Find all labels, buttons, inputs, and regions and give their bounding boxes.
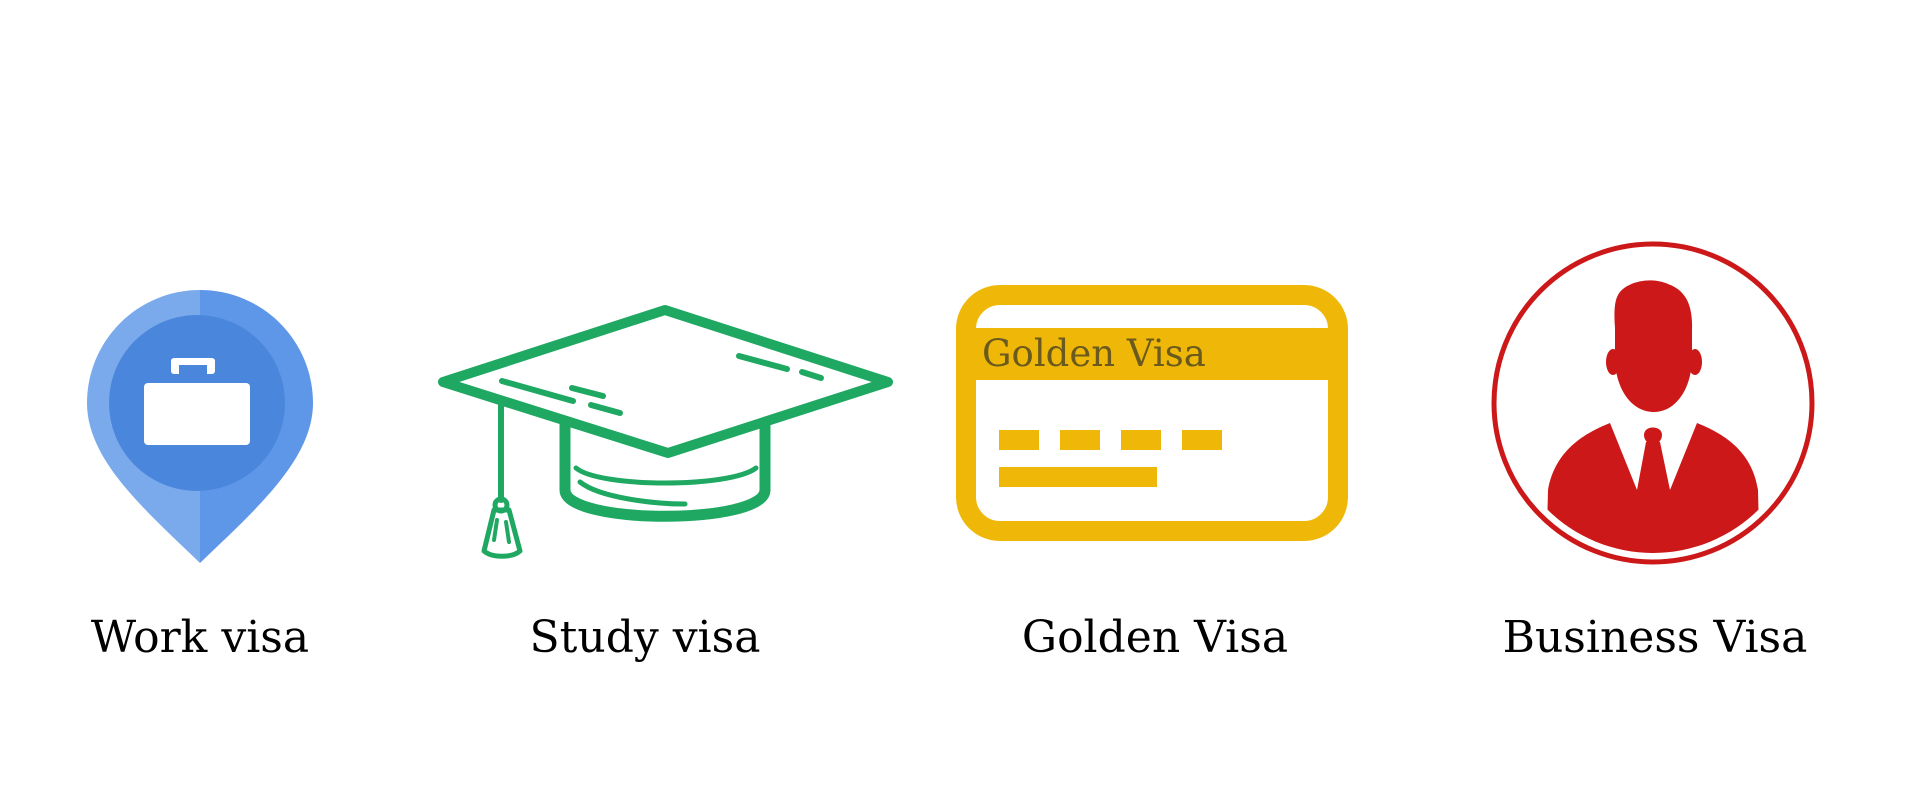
businessman-avatar-icon [1491,241,1815,565]
business-visa-item [1490,240,1820,570]
briefcase-location-pin-icon [87,290,313,563]
graduation-cap-icon [438,305,893,559]
study-visa-label: Study visa [529,612,761,663]
business-visa-label: Business Visa [1502,612,1808,663]
study-visa-item [430,300,900,570]
golden-visa-label: Golden Visa [1021,612,1289,663]
work-visa-item [80,285,320,575]
golden-visa-card-title: Golden Visa [982,332,1206,375]
work-visa-label: Work visa [90,612,310,663]
golden-visa-item: Golden Visa [956,285,1348,541]
golden-visa-card-icon [956,285,1348,541]
